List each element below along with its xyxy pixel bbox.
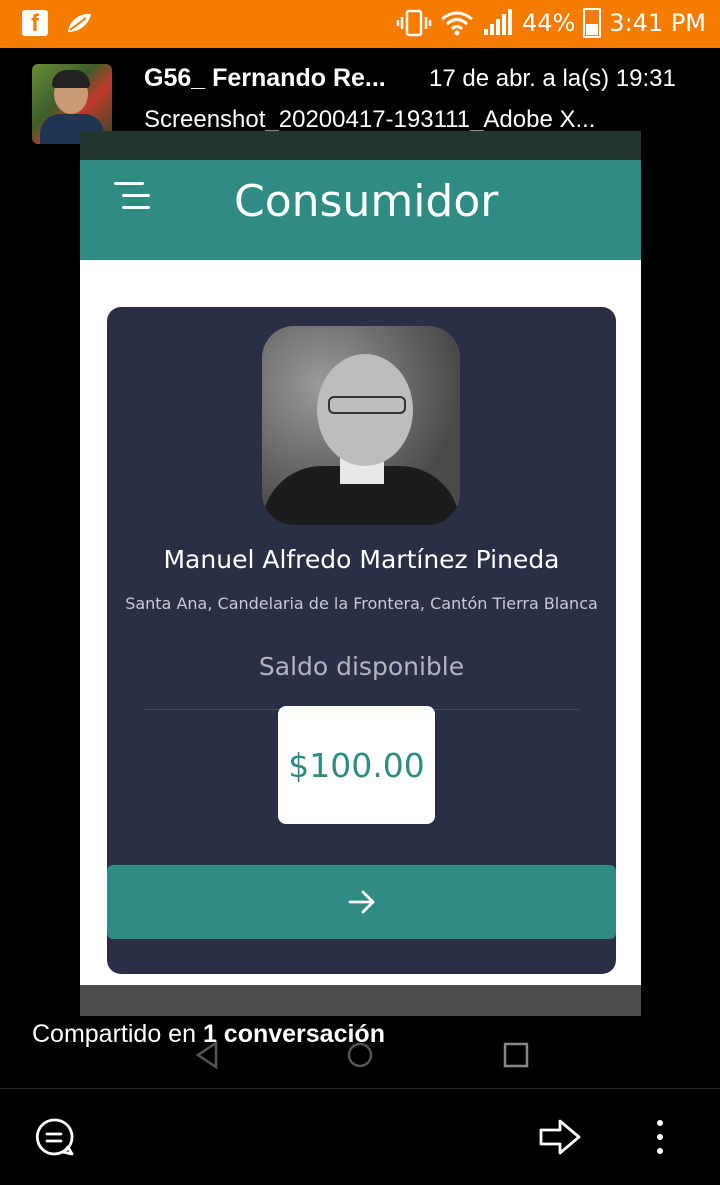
bottom-action-bar — [0, 1088, 720, 1185]
attachment-filename: Screenshot_20200417-193111_Adobe X... — [144, 106, 596, 133]
battery-icon — [583, 8, 602, 38]
shared-screenshot[interactable]: Consumidor Manuel Alfredo Martínez Pined… — [80, 131, 641, 1016]
wifi-icon — [441, 11, 473, 36]
consumer-name: Manuel Alfredo Martínez Pineda — [163, 545, 560, 574]
notification-icons: f — [22, 10, 94, 36]
leaf-icon — [68, 13, 91, 32]
balance-amount: $100.00 — [288, 745, 425, 785]
sender-name: G56_ Fernando Re... — [144, 64, 386, 92]
status-bar: f 44% 3:41 PM — [0, 0, 720, 48]
clock: 3:41 PM — [609, 9, 706, 37]
shared-prefix: Compartido en — [32, 1020, 203, 1048]
balance-box: $100.00 — [278, 706, 435, 824]
balance-label: Saldo disponible — [258, 652, 465, 681]
consumer-address: Santa Ana, Candelaria de la Frontera, Ca… — [125, 594, 598, 613]
screenshot-status-strip — [80, 131, 641, 160]
vibrate-icon — [396, 9, 432, 37]
consumer-photo — [262, 326, 460, 525]
status-indicators: 44% 3:41 PM — [396, 8, 706, 38]
shared-in-text[interactable]: Compartido en 1 conversación — [32, 1020, 385, 1049]
more-vert-icon[interactable] — [650, 1119, 670, 1155]
share-icon[interactable] — [538, 1117, 582, 1157]
battery-percent: 44% — [521, 9, 576, 37]
facebook-icon: f — [22, 10, 48, 36]
message-date: 17 de abr. a la(s) 19:31 — [429, 65, 676, 92]
consumer-card: Manuel Alfredo Martínez Pineda Santa Ana… — [107, 307, 616, 974]
menu-icon[interactable] — [114, 182, 154, 214]
chat-icon[interactable] — [34, 1117, 74, 1157]
signal-icon — [483, 9, 512, 35]
page-title: Consumidor — [234, 176, 499, 227]
next-button[interactable] — [107, 865, 616, 939]
screenshot-nav-strip — [80, 985, 641, 1016]
shared-count: 1 conversación — [202, 1020, 385, 1048]
arrow-right-icon — [348, 890, 374, 914]
app-bar: Consumidor — [80, 160, 641, 260]
